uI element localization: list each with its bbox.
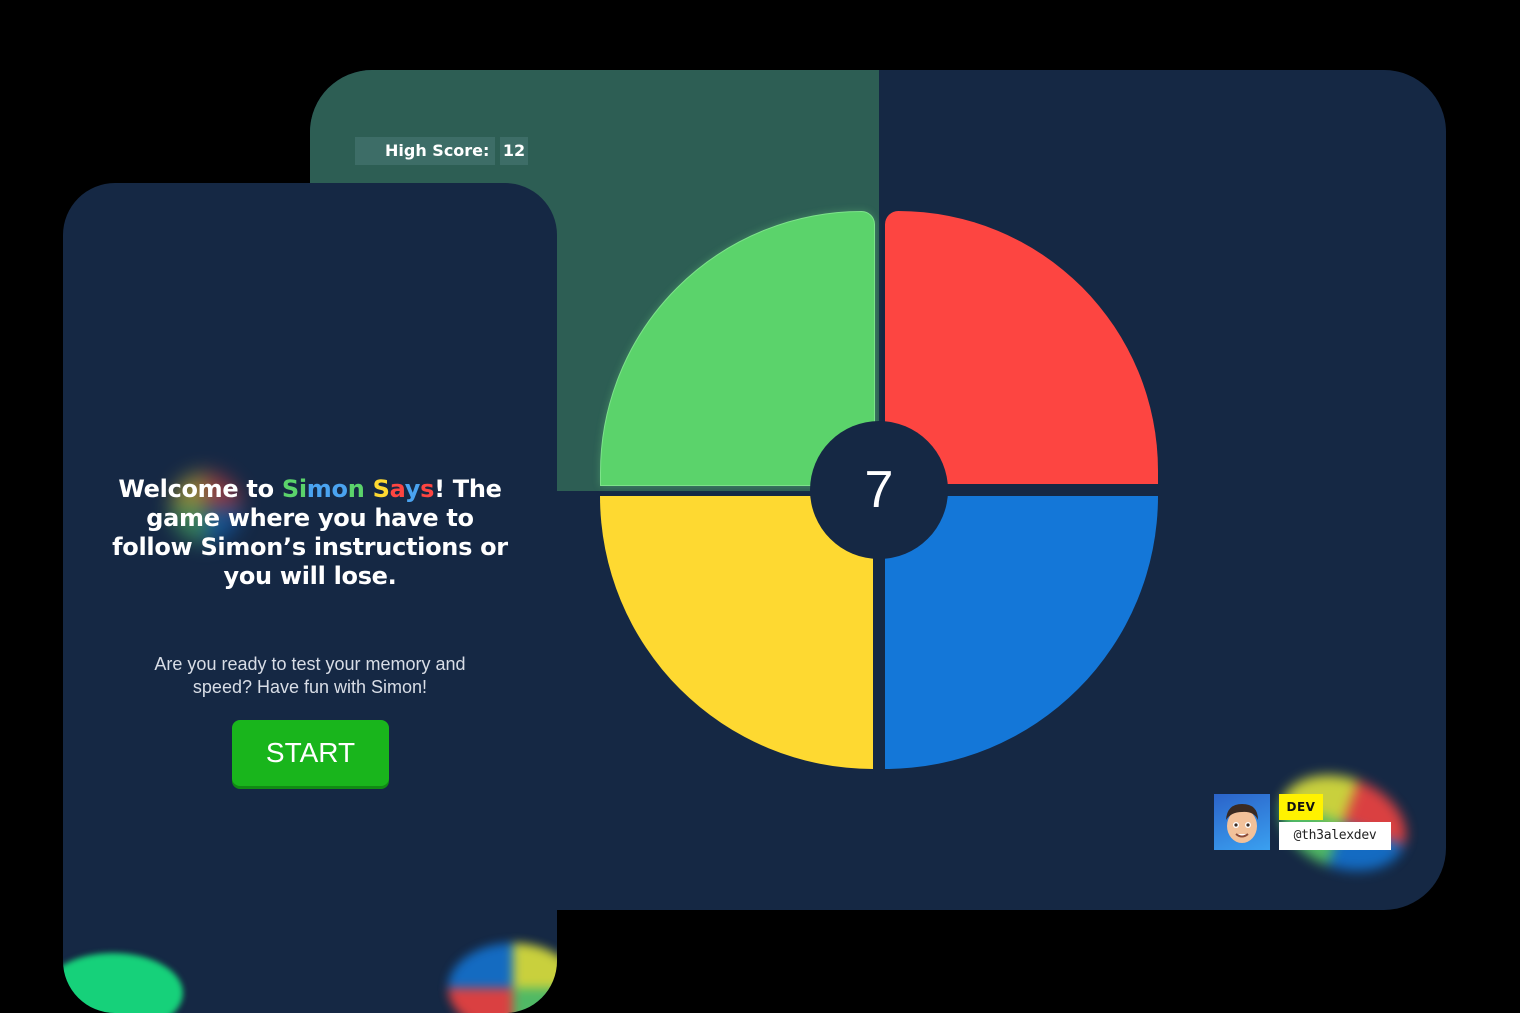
brand-name: Simon Says xyxy=(281,475,435,503)
brand-letter: m xyxy=(306,475,332,503)
round-counter: 7 xyxy=(810,421,948,559)
brand-letter: o xyxy=(331,475,349,503)
high-score-box: High Score: 12 xyxy=(355,137,528,165)
avatar xyxy=(1214,794,1270,850)
dev-tag: DEV xyxy=(1279,794,1323,820)
brand-letter: S xyxy=(281,475,299,503)
dev-handle: @th3alexdev xyxy=(1279,822,1391,850)
welcome-prefix: Welcome to xyxy=(118,475,274,503)
high-score-label: High Score: xyxy=(355,137,495,165)
brand-letter: S xyxy=(372,475,390,503)
welcome-heading: Welcome to Simon Says! The game where yo… xyxy=(103,475,517,591)
decorative-disc xyxy=(63,953,183,1013)
brand-letter: n xyxy=(347,475,365,503)
brand-letter: a xyxy=(389,475,405,503)
developer-badge[interactable]: DEV @th3alexdev xyxy=(1214,794,1414,854)
start-button[interactable]: START xyxy=(232,720,389,786)
brand-letter: y xyxy=(404,475,421,503)
ready-prompt: Are you ready to test your memory and sp… xyxy=(154,654,466,697)
avatar-face-icon xyxy=(1226,804,1258,843)
decorative-disc xyxy=(448,943,557,1013)
high-score-value: 12 xyxy=(500,137,528,165)
brand-letter: i xyxy=(298,475,307,503)
brand-letter xyxy=(365,475,373,503)
mobile-welcome-card: Welcome to Simon Says! The game where yo… xyxy=(63,183,557,1013)
brand-letter: s xyxy=(420,475,435,503)
